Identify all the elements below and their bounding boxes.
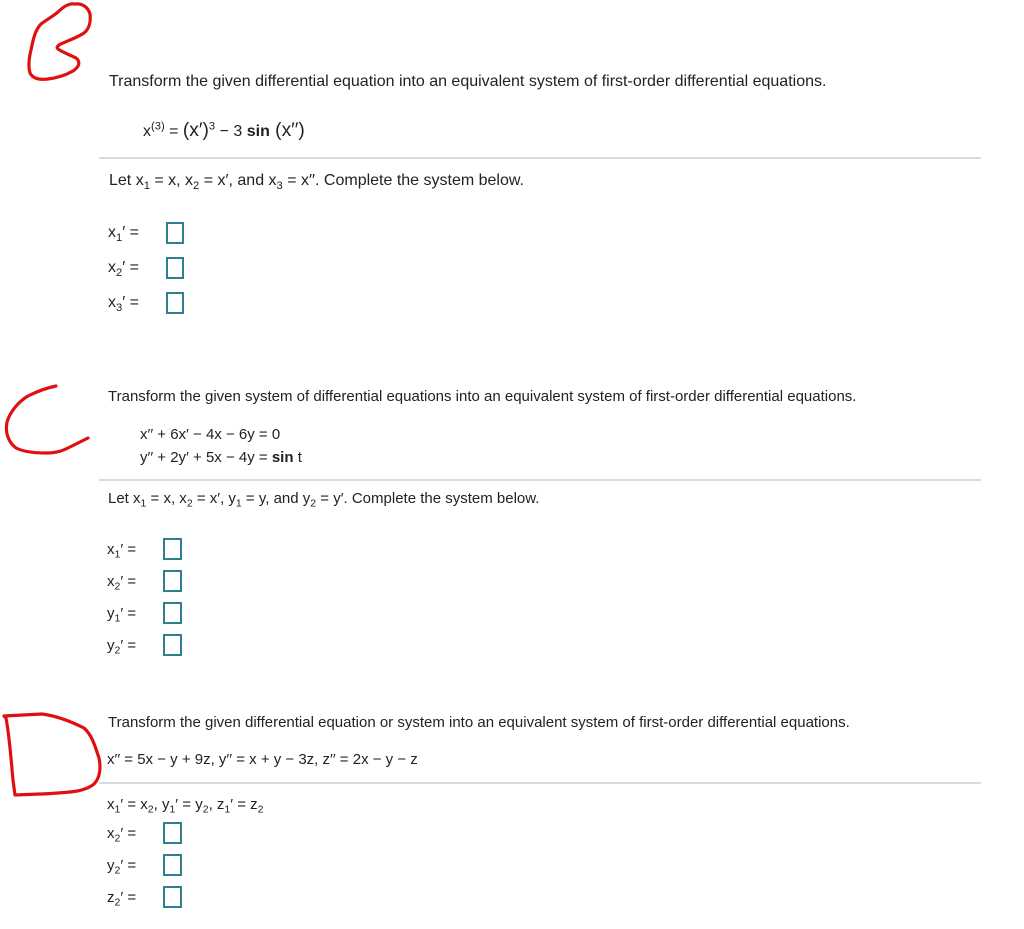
let-c-part: = x′, y — [192, 490, 236, 507]
problem-b-equation: x(3) = (x′)3 − 3 sin (x′′) — [143, 120, 305, 142]
eq-b-lhs-order: (3) — [151, 120, 165, 133]
problem-b-divider — [99, 157, 981, 159]
problem-c-prompt: Transform the given system of differenti… — [108, 388, 857, 405]
let-c-part: Let x — [108, 490, 141, 507]
eq-b-term1: (x′) — [182, 120, 209, 141]
eq-c2-lhs: y′′ + 2y′ + 5x − 4y = — [140, 449, 272, 466]
answer-input-c-x2[interactable] — [163, 570, 182, 592]
let-c-part: = y, and y — [241, 490, 311, 507]
problem-b-row-x1: x1′ = — [108, 220, 184, 246]
problem-d-prompt: Transform the given differential equatio… — [108, 714, 850, 731]
problem-c-row-y1: y1′ = — [107, 600, 182, 626]
problem-b-row-x3: x3′ = — [108, 290, 184, 316]
eq-b-equals: = — [164, 123, 183, 140]
problem-c-let-text: Let x1 = x, x2 = x′, y1 = y, and y2 = y′… — [108, 490, 540, 509]
answer-input-c-x1[interactable] — [163, 538, 182, 560]
problem-d-row-x2: x2′ = — [107, 820, 182, 846]
answer-input-c-y1[interactable] — [163, 602, 182, 624]
problem-c-equation-2: y′′ + 2y′ + 5x − 4y = sin t — [140, 449, 302, 466]
row-label: x2′ = — [108, 259, 140, 279]
annotation-letter-b — [27, 2, 92, 81]
problem-d-divider — [99, 782, 981, 784]
let-c-part: = y′. Complete the system below. — [316, 490, 540, 507]
annotation-letter-d — [2, 712, 102, 797]
row-label: x2′ = — [107, 824, 137, 845]
problem-d-row-y2: y2′ = — [107, 852, 182, 878]
row-label: z2′ = — [107, 888, 137, 909]
eq-b-sin: sin — [246, 123, 270, 140]
row-label: x1′ = — [107, 540, 137, 561]
let-b-part: Let x — [109, 172, 144, 189]
let-c-part: = x, x — [146, 490, 187, 507]
answer-input-b-x2[interactable] — [166, 257, 184, 279]
problem-c-row-y2: y2′ = — [107, 632, 182, 658]
eq-b-lhs: x — [143, 123, 151, 140]
problem-d-given: x1′ = x2, y1′ = y2, z1′ = z2 — [107, 796, 264, 816]
problem-c-row-x1: x1′ = — [107, 536, 182, 562]
row-label: x3′ = — [108, 294, 140, 314]
annotation-letter-c — [4, 384, 90, 455]
let-b-part: = x′′. Complete the system below. — [282, 172, 524, 189]
row-label: y2′ = — [107, 856, 137, 877]
eq-c2-arg: t — [293, 449, 302, 466]
row-label: y1′ = — [107, 604, 137, 625]
problem-c-row-x2: x2′ = — [107, 568, 182, 594]
row-label: x2′ = — [107, 572, 137, 593]
problem-c-divider — [99, 479, 981, 481]
row-label: y2′ = — [107, 636, 137, 657]
answer-input-c-y2[interactable] — [163, 634, 182, 656]
eq-b-term2: − 3 — [215, 123, 247, 140]
answer-input-d-y2[interactable] — [163, 854, 182, 876]
problem-b-row-x2: x2′ = — [108, 255, 184, 281]
answer-input-d-z2[interactable] — [163, 886, 182, 908]
problem-b-let-text: Let x1 = x, x2 = x′, and x3 = x′′. Compl… — [109, 172, 524, 192]
problem-c-equation-1: x′′ + 6x′ − 4x − 6y = 0 — [140, 426, 281, 443]
answer-input-d-x2[interactable] — [163, 822, 182, 844]
problem-d-equation: x′′ = 5x − y + 9z, y′′ = x + y − 3z, z′′… — [107, 751, 418, 768]
problem-b-prompt: Transform the given differential equatio… — [109, 73, 827, 90]
let-b-part: = x, x — [149, 172, 194, 189]
eq-b-term3: (x′′) — [269, 120, 305, 141]
problem-d-row-z2: z2′ = — [107, 884, 182, 910]
answer-input-b-x3[interactable] — [166, 292, 184, 314]
row-label: x1′ = — [108, 224, 140, 244]
answer-input-b-x1[interactable] — [166, 222, 184, 244]
eq-c2-sin: sin — [271, 449, 294, 466]
let-b-part: = x′, and x — [199, 172, 277, 189]
